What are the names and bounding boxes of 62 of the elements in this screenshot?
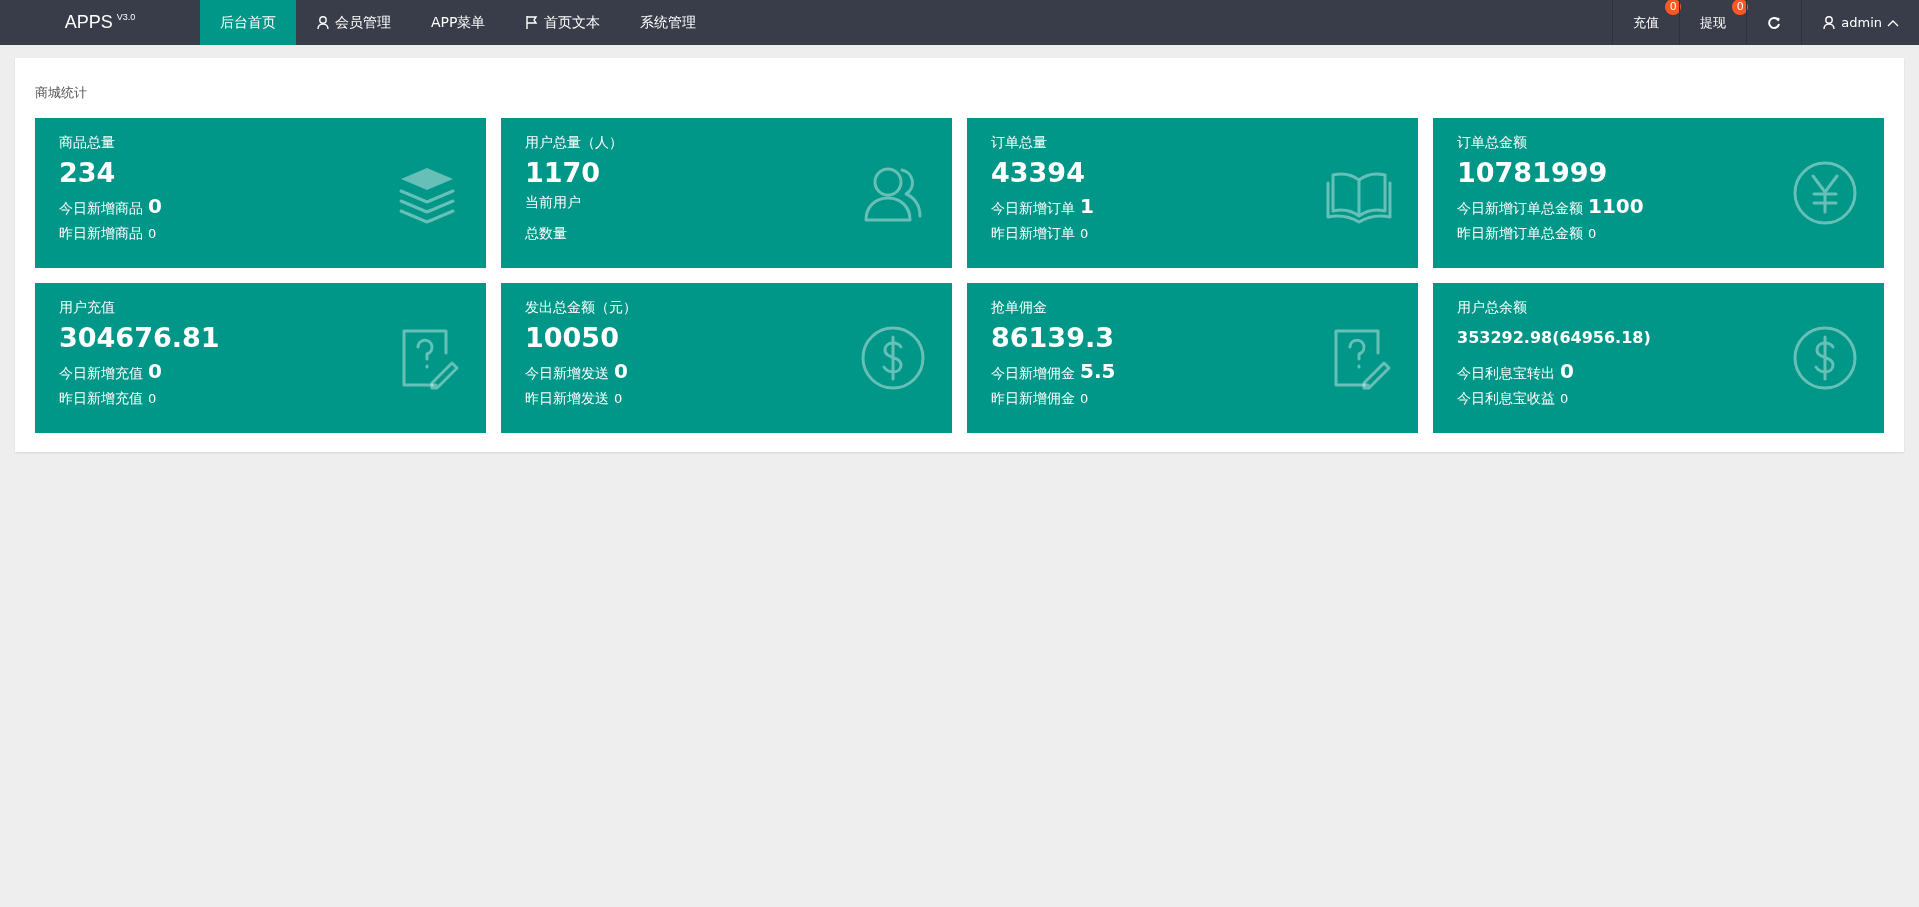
card-title: 用户总量（人） <box>525 134 623 152</box>
card-title: 订单总金额 <box>1457 134 1528 152</box>
stat-value: 86139.3 <box>991 321 1115 355</box>
user-menu[interactable]: admin <box>1801 0 1919 45</box>
stat-value: 304676.81 <box>59 321 220 355</box>
flag-icon <box>525 15 540 30</box>
stat-value: 234 <box>59 156 117 190</box>
stat-label: 今日新增订单总金额 <box>1457 200 1583 218</box>
stat-value: 43394 <box>991 156 1086 190</box>
stat-label: 今日利息宝收益 <box>1457 390 1555 408</box>
stat-label: 昨日新增订单 <box>991 225 1075 243</box>
nav-tab[interactable]: 首页文本 <box>505 0 621 45</box>
card-title: 商品总量 <box>59 134 116 152</box>
menu-link[interactable]: 提现 0 <box>1679 0 1747 45</box>
panel-title: 商城统计 <box>35 84 88 102</box>
stat-number: 0 <box>1080 391 1089 406</box>
stat-label: 当前用户 <box>525 194 581 212</box>
stat-number: 0 <box>148 391 157 406</box>
stat-label: 昨日新增佣金 <box>991 390 1075 408</box>
stat-label: 昨日新增发送 <box>525 390 609 408</box>
stat-label: 昨日新增订单总金额 <box>1457 225 1583 243</box>
stat-label: 今日新增订单 <box>991 200 1075 218</box>
stat-number: 1 <box>1080 194 1094 218</box>
stat-value: 353292.98(64956.18) <box>1457 327 1651 349</box>
stat-number: 0 <box>148 194 162 218</box>
stat-number: 0 <box>1588 226 1597 241</box>
refresh-icon <box>1767 15 1782 30</box>
nav-tab[interactable]: 会员管理 <box>296 0 411 45</box>
stat-value: 10781999 <box>1457 156 1609 190</box>
card-title: 用户充值 <box>59 299 116 317</box>
logo-text: APPS <box>64 12 113 33</box>
stat-number: 0 <box>148 226 157 241</box>
stat-label: 今日新增佣金 <box>991 365 1075 383</box>
version-label: V3.0 <box>116 12 136 22</box>
card-title: 订单总量 <box>991 134 1048 152</box>
card-title: 抢单佣金 <box>991 299 1048 317</box>
stat-label: 昨日新增商品 <box>59 225 143 243</box>
user-icon <box>316 15 330 30</box>
stat-number: 0 <box>1560 359 1574 383</box>
caret-icon <box>1887 18 1899 27</box>
stat-label: 今日新增商品 <box>59 200 143 218</box>
stat-number: 0 <box>614 391 623 406</box>
menu-link[interactable]: 充值 0 <box>1612 0 1680 45</box>
stat-number: 1100 <box>1588 194 1644 218</box>
nav-tab[interactable]: APP菜单 <box>411 0 506 45</box>
nav-tab[interactable]: 系统管理 <box>620 0 717 45</box>
stat-value: 1170 <box>525 156 602 190</box>
nav-tab[interactable]: 后台首页 <box>200 0 296 45</box>
stat-label: 今日新增发送 <box>525 365 609 383</box>
stat-label: 总数量 <box>525 225 567 243</box>
user-icon <box>1822 15 1837 30</box>
stat-number: 0 <box>148 359 162 383</box>
stat-number: 5.5 <box>1080 359 1116 383</box>
stat-number: 0 <box>614 359 628 383</box>
stat-label: 今日新增充值 <box>59 365 143 383</box>
card-title: 用户总余额 <box>1457 299 1528 317</box>
stat-label: 昨日新增充值 <box>59 390 143 408</box>
card-title: 发出总金额（元） <box>525 299 637 317</box>
stat-value: 10050 <box>525 321 620 355</box>
stat-label: 今日利息宝转出 <box>1457 365 1555 383</box>
stat-number: 0 <box>1080 226 1089 241</box>
stat-number: 0 <box>1560 391 1569 406</box>
